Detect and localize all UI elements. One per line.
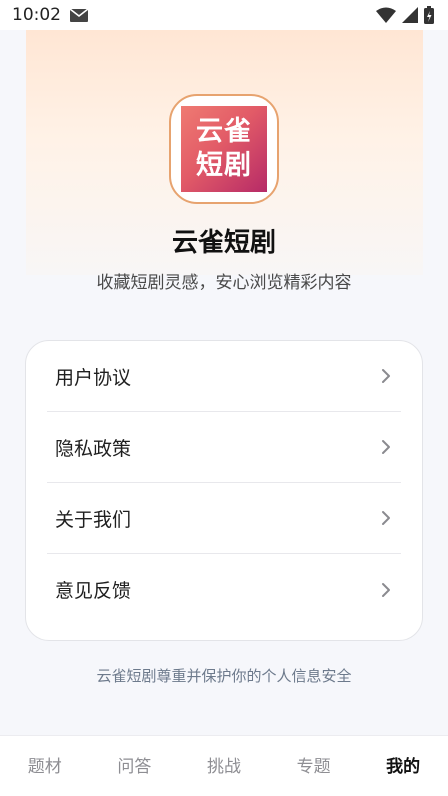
- status-time: 10:02: [12, 5, 61, 25]
- tab-mine[interactable]: 我的: [363, 752, 443, 777]
- app-name: 云雀短剧: [171, 228, 276, 258]
- menu-item-about-us[interactable]: 关于我们: [47, 483, 401, 554]
- status-right: [376, 6, 434, 24]
- menu-item-user-agreement[interactable]: 用户协议: [47, 341, 401, 412]
- menu-item-label: 用户协议: [55, 366, 132, 389]
- settings-menu: 用户协议 隐私政策 关于我们 意见反馈: [25, 340, 423, 641]
- privacy-note: 云雀短剧尊重并保护你的个人信息安全: [96, 667, 352, 685]
- chevron-right-icon: [382, 582, 390, 597]
- battery-icon: [424, 6, 434, 24]
- chevron-right-icon: [382, 511, 390, 525]
- app-tagline: 收藏短剧灵感，安心浏览精彩内容: [96, 273, 352, 293]
- status-bar: 10:02: [0, 0, 448, 30]
- app-logo-text-line2: 短剧: [196, 150, 252, 181]
- app-logo: 云雀 短剧: [169, 94, 279, 204]
- menu-item-privacy-policy[interactable]: 隐私政策: [47, 412, 401, 483]
- tab-special[interactable]: 专题: [274, 752, 354, 777]
- menu-item-feedback[interactable]: 意见反馈: [47, 554, 401, 625]
- app-logo-mark: 云雀 短剧: [181, 106, 267, 192]
- signal-icon: [402, 7, 418, 23]
- chevron-right-icon: [382, 369, 390, 383]
- tab-qa[interactable]: 问答: [94, 752, 174, 777]
- mail-icon: [69, 7, 89, 22]
- tab-challenge[interactable]: 挑战: [184, 752, 264, 777]
- app-logo-text-line1: 云雀: [196, 116, 252, 147]
- chevron-right-icon: [382, 440, 390, 454]
- menu-item-label: 关于我们: [55, 508, 132, 531]
- wifi-icon: [376, 7, 396, 23]
- bottom-nav: 题材 问答 挑战 专题 我的: [0, 735, 448, 796]
- tab-topics[interactable]: 题材: [5, 752, 85, 777]
- menu-item-label: 隐私政策: [55, 437, 132, 460]
- status-left: 10:02: [12, 5, 89, 25]
- menu-item-label: 意见反馈: [55, 580, 132, 602]
